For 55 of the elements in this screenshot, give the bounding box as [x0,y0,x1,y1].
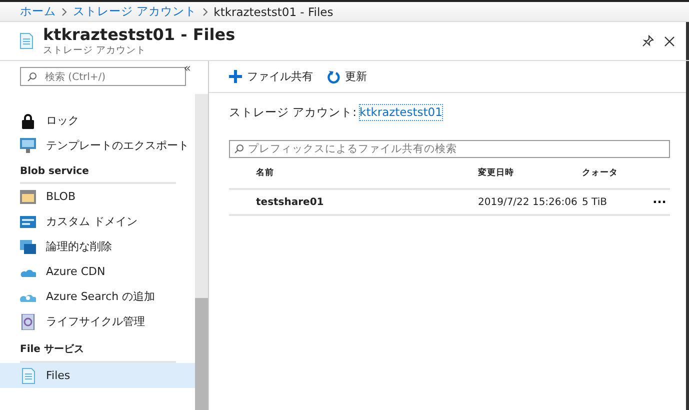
more-button[interactable]: ... [649,192,670,206]
document-icon [21,314,35,330]
lock-icon [21,112,35,128]
menu-item-label: Files [46,369,70,382]
search-field[interactable]: 検索 (Ctrl+/) [20,67,186,86]
close-icon[interactable] [664,36,675,46]
table-cell-text: 5 TiB [582,196,608,208]
breadcrumb-item[interactable]: ホーム [20,4,56,19]
column-header[interactable]: 名前 [256,167,478,179]
menu-item[interactable]: ロック [0,108,195,133]
menu-item-label: ロック [46,113,79,128]
refresh-icon [327,70,340,84]
menu-item[interactable]: Azure Search の追加 [0,284,195,309]
account-link[interactable]: ktkraztestst01 [360,105,442,120]
menu-item[interactable]: テンプレートのエクスポート [0,133,195,158]
plus-icon [229,70,242,83]
toolbar-button[interactable]: ファイル共有 [229,69,313,84]
breadcrumb-item: ktkraztestst01 - Files [214,4,334,18]
windows-icon [20,240,36,254]
menu-item-label: カスタム ドメイン [46,214,138,229]
menu-item[interactable]: カスタム ドメイン [0,209,195,234]
column-header[interactable]: 変更日時 [478,167,582,179]
chevron-icon [62,8,67,16]
search-icon [234,144,244,154]
file-icon [20,33,33,49]
table-cell-text: testshare01 [256,196,325,208]
table-cell-text: 2019/7/22 15:26:06 [478,196,578,208]
column-header[interactable]: クォータ [582,167,649,179]
search-icon [27,72,37,82]
menu-item-label: テンプレートのエクスポート [46,138,189,153]
collapse-button[interactable]: « [184,61,191,75]
menu-item-label: BLOB [46,190,76,203]
menu-item[interactable]: Files [0,363,195,388]
chevron-icon [202,8,208,16]
menu-item[interactable]: ライフサイクル管理 [0,309,195,334]
menu-item[interactable]: Azure CDN [0,259,195,284]
filter-field[interactable]: プレフィックスによるファイル共有の検索 [229,140,670,158]
pin-icon[interactable] [642,35,654,47]
blade-title: ktkraztestst01 - Files [43,25,236,44]
menu-item[interactable]: 論理的な削除 [0,234,195,259]
scrollbar-thumb[interactable] [195,298,208,410]
menu-item-label: ライフサイクル管理 [46,314,145,329]
breadcrumb-item[interactable]: ストレージ アカウント [73,4,197,19]
account-label: ストレージ アカウント: [229,105,357,120]
toolbar-button[interactable]: 更新 [327,69,367,84]
monitor-icon [20,138,36,153]
menu-item-label: 論理的な削除 [46,239,112,254]
section-heading: Blob service [20,166,176,184]
window-icon [20,190,36,204]
card-icon [20,216,36,228]
file-icon [22,368,34,384]
menu-item-label: Azure Search の追加 [46,289,156,304]
blade-subtitle: ストレージ アカウント [43,44,148,57]
menu-item[interactable]: BLOB [0,184,195,209]
menu-item-label: Azure CDN [46,265,106,278]
